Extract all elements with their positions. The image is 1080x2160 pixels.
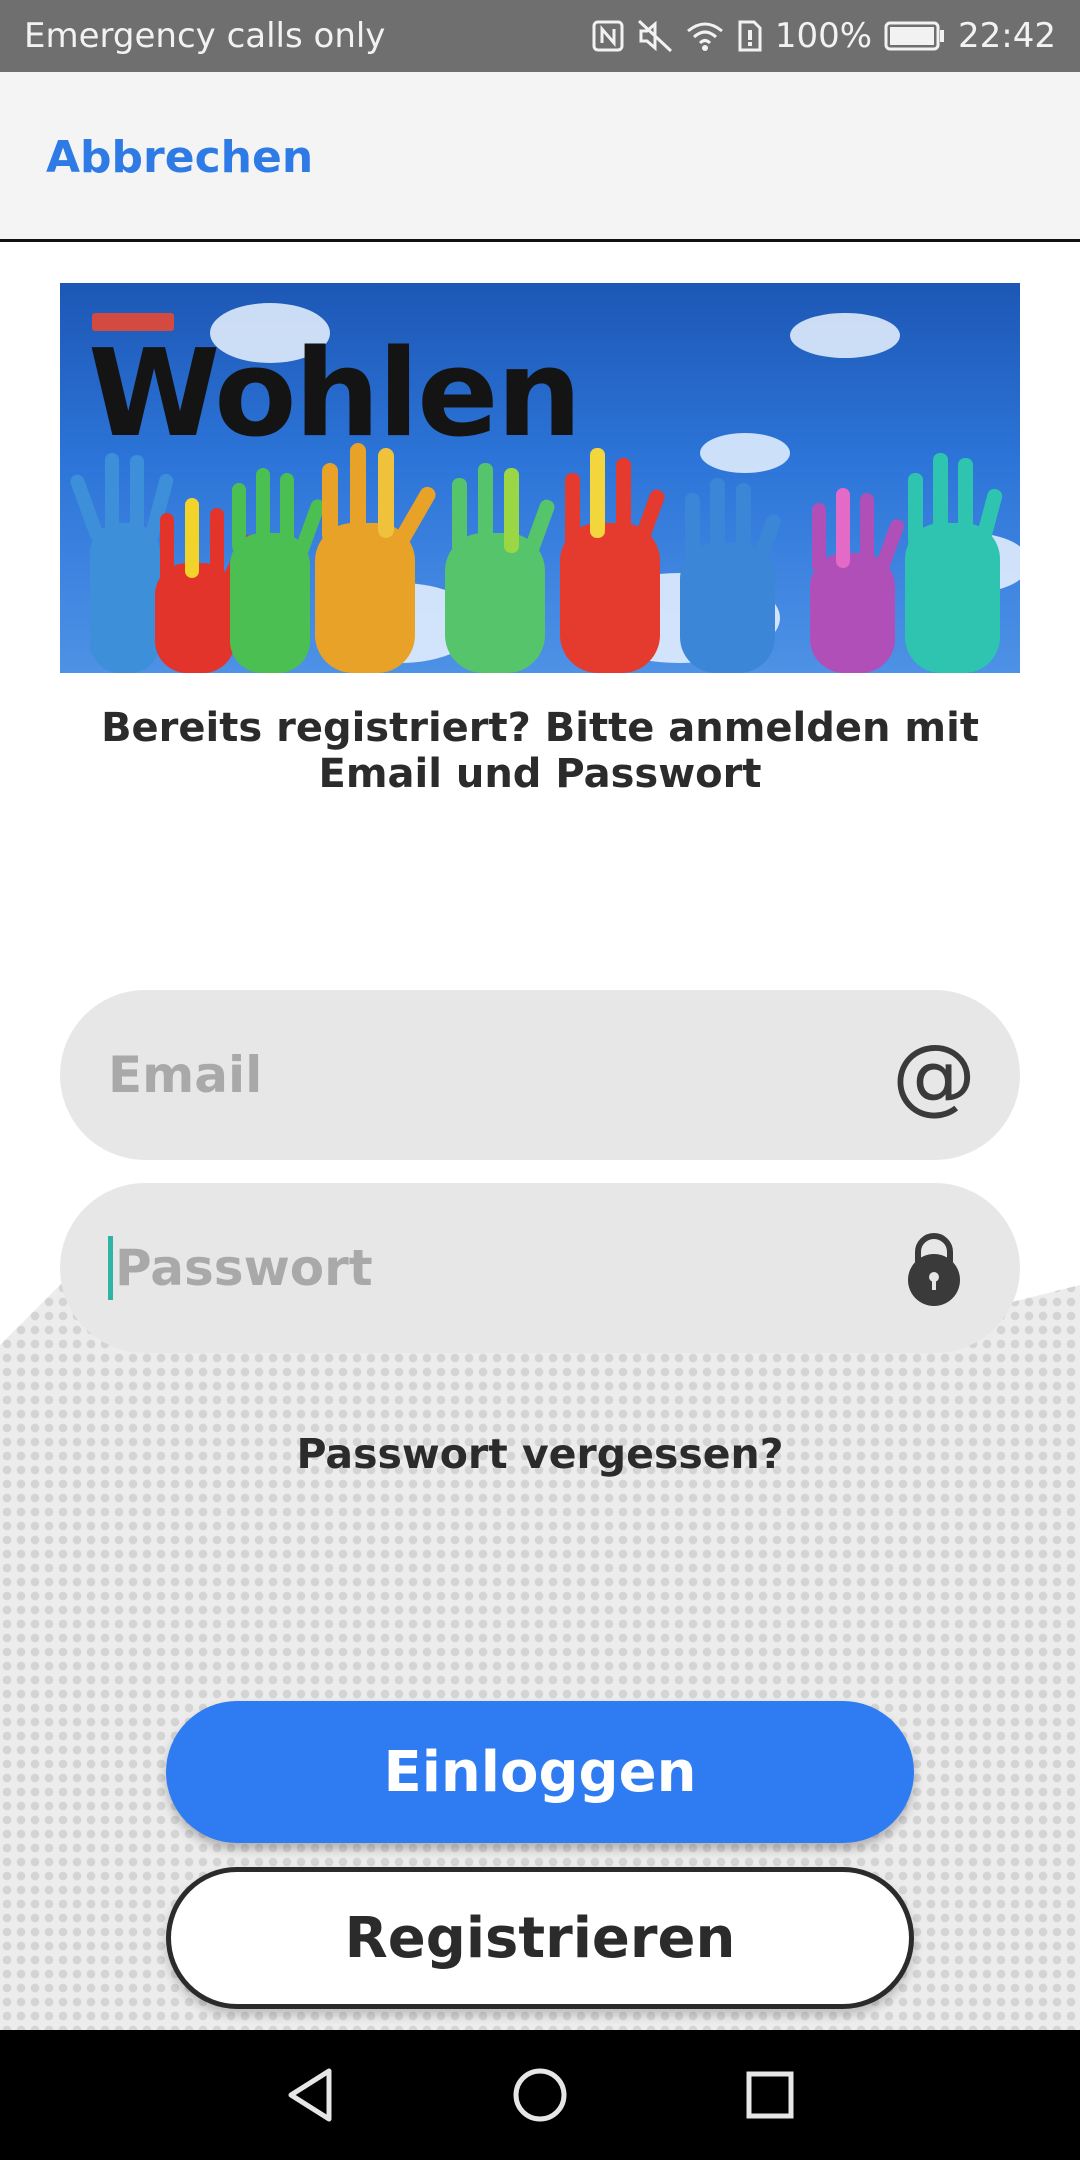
login-screen: Wohlen Bereits registriert? Bitte anmeld… xyxy=(0,245,1080,2030)
back-icon[interactable] xyxy=(275,2060,345,2130)
password-field[interactable] xyxy=(60,1183,1020,1353)
system-navigation-bar xyxy=(0,2030,1080,2160)
top-bar: Abbrechen xyxy=(0,72,1080,242)
at-sign-icon: @ xyxy=(892,1026,976,1124)
nfc-icon xyxy=(591,19,625,53)
banner-image: Wohlen xyxy=(60,283,1020,673)
status-bar: Emergency calls only 100% 22:42 xyxy=(0,0,1080,72)
password-input[interactable] xyxy=(115,1239,896,1297)
forgot-password-link[interactable]: Passwort vergessen? xyxy=(0,1430,1080,1478)
recents-icon[interactable] xyxy=(735,2060,805,2130)
battery-percent: 100% xyxy=(774,16,873,56)
battery-icon xyxy=(884,21,946,51)
home-icon[interactable] xyxy=(505,2060,575,2130)
text-cursor xyxy=(108,1236,113,1300)
register-button[interactable]: Registrieren xyxy=(166,1867,914,2009)
carrier-text: Emergency calls only xyxy=(24,16,386,56)
painted-hands-illustration xyxy=(70,443,1003,673)
lock-icon xyxy=(896,1230,972,1306)
clock: 22:42 xyxy=(958,16,1056,56)
logo-text: Wohlen xyxy=(88,325,582,464)
mute-icon xyxy=(637,19,673,53)
login-button[interactable]: Einloggen xyxy=(166,1701,914,1843)
email-input[interactable] xyxy=(108,1046,896,1104)
status-icons: 100% 22:42 xyxy=(591,16,1056,56)
wifi-icon xyxy=(685,19,725,53)
login-intro-text: Bereits registriert? Bitte anmelden mit … xyxy=(101,705,979,797)
sim-icon xyxy=(737,19,763,53)
cancel-button[interactable]: Abbrechen xyxy=(46,132,313,183)
email-field[interactable]: @ xyxy=(60,990,1020,1160)
